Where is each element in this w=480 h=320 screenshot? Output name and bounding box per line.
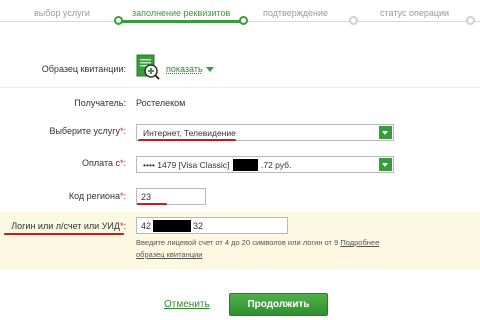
login-hint-line1: Введите лицевой счет от 4 до 20 символов…	[136, 238, 380, 247]
dropdown-arrow-icon[interactable]	[379, 158, 392, 171]
login-value-suffix: 32	[193, 221, 204, 231]
cancel-link[interactable]: Отменить	[164, 299, 210, 310]
step-dot-2	[239, 16, 248, 25]
login-label: Логин или л/счет или УИД*:	[11, 221, 126, 231]
payment-select[interactable]: •••• 1479 [Visa Classic] .72 руб.	[136, 156, 394, 173]
show-sample-link[interactable]: показать	[166, 64, 203, 74]
more-info-link[interactable]: Подробнее	[340, 238, 379, 247]
continue-button[interactable]: Продолжить	[229, 293, 328, 316]
dropdown-arrow-icon[interactable]	[379, 126, 392, 139]
login-hint-line2: образец квитанции	[136, 250, 202, 259]
steps-active-track	[118, 20, 243, 23]
step-status: статус операции	[380, 8, 450, 18]
redaction-box	[233, 159, 258, 171]
annotation-underline	[138, 139, 236, 141]
chevron-down-icon[interactable]	[206, 67, 214, 72]
step-dot-1	[114, 16, 123, 25]
payment-card-value: •••• 1479 [Visa Classic]	[143, 160, 230, 170]
recipient-label: Получатель:	[74, 98, 126, 108]
annotation-underline	[137, 203, 167, 205]
service-select-value: Интернет, Телевидение	[143, 128, 236, 138]
annotation-underline	[4, 233, 124, 235]
login-input[interactable]: 42 32	[136, 217, 288, 234]
sample-label: Образец квитанции:	[41, 64, 126, 74]
region-code-value: 23	[141, 192, 152, 202]
payment-amount-suffix: .72 руб.	[261, 160, 292, 170]
sample-receipt-link[interactable]: образец квитанции	[136, 250, 202, 259]
region-label: Код региона*:	[68, 191, 126, 201]
redaction-box	[153, 220, 191, 232]
login-value-prefix: 42	[141, 221, 152, 231]
document-magnifier-icon[interactable]	[136, 54, 160, 80]
step-select-service: выбор услуги	[34, 8, 90, 18]
step-dot-4	[466, 16, 475, 25]
step-confirmation: подтверждение	[263, 8, 329, 18]
payment-label: Оплата с*:	[82, 158, 126, 168]
recipient-value: Ростелеком	[136, 98, 186, 108]
service-label: Выберите услугу*:	[49, 126, 126, 136]
divider	[0, 87, 480, 88]
step-dot-3	[349, 16, 358, 25]
progress-steps: выбор услуги заполнение реквизитов подтв…	[0, 0, 480, 25]
step-fill-details: заполнение реквизитов	[132, 8, 231, 18]
